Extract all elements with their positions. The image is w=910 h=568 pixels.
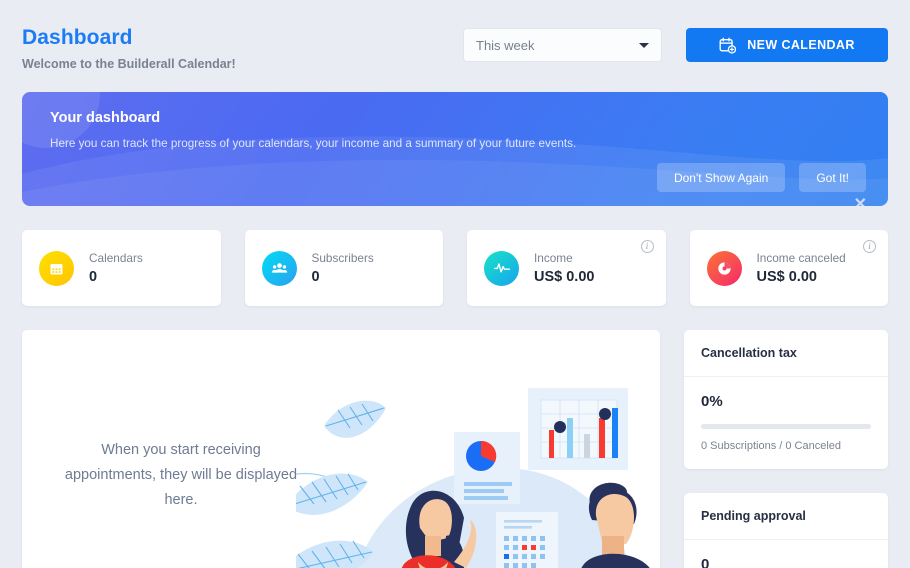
empty-state-message: When you start receiving appointments, t… bbox=[64, 442, 298, 508]
stat-label: Income canceled bbox=[756, 251, 846, 265]
lower-section: When you start receiving appointments, t… bbox=[22, 330, 888, 568]
users-icon bbox=[261, 250, 297, 286]
appointments-panel: When you start receiving appointments, t… bbox=[22, 330, 660, 568]
pending-approval-card: Pending approval 0 bbox=[684, 493, 888, 568]
banner-title: Your dashboard bbox=[50, 110, 161, 126]
banner-content: Your dashboard Here you can track the pr… bbox=[22, 92, 888, 150]
business-analytics-illustration bbox=[296, 388, 650, 568]
banner-description: Here you can track the progress of your … bbox=[50, 137, 577, 150]
page-subtitle: Welcome to the Builderall Calendar! bbox=[22, 57, 236, 71]
close-icon[interactable]: ✕ bbox=[854, 197, 867, 207]
info-icon[interactable]: i bbox=[640, 240, 654, 253]
cancellation-progress-bar bbox=[701, 424, 871, 429]
stat-label: Calendars bbox=[89, 251, 143, 265]
stat-value: 0 bbox=[89, 269, 98, 285]
card-title: Cancellation tax bbox=[684, 330, 888, 377]
stat-value: 0 bbox=[311, 269, 320, 285]
stat-card-income-canceled: Income canceled US$ 0.00 i bbox=[689, 230, 888, 306]
dashboard-info-banner: Your dashboard Here you can track the pr… bbox=[22, 92, 888, 206]
stat-value: US$ 0.00 bbox=[534, 269, 595, 285]
calendar-icon bbox=[39, 250, 74, 286]
page-header: Dashboard Welcome to the Builderall Cale… bbox=[22, 0, 888, 71]
stat-label: Subscribers bbox=[311, 251, 374, 265]
stat-card-calendars: Calendars 0 bbox=[22, 230, 221, 306]
side-column: Cancellation tax 0% 0 Subscriptions / 0 … bbox=[684, 330, 888, 568]
cancellation-tax-card: Cancellation tax 0% 0 Subscriptions / 0 … bbox=[684, 330, 888, 469]
new-calendar-button[interactable]: NEW CALENDAR bbox=[686, 28, 888, 62]
stat-label: Income bbox=[534, 251, 573, 265]
period-select-value: This week bbox=[476, 37, 535, 53]
got-it-button[interactable]: Got It! bbox=[799, 163, 866, 192]
info-icon[interactable]: i bbox=[863, 240, 876, 253]
page-title: Dashboard bbox=[22, 26, 133, 49]
card-title: Pending approval bbox=[684, 493, 888, 540]
period-select[interactable]: This week bbox=[463, 28, 662, 62]
title-block: Dashboard Welcome to the Builderall Cale… bbox=[22, 24, 236, 71]
pie-chart-icon bbox=[706, 250, 742, 286]
cancellation-tax-value: 0% bbox=[701, 393, 723, 410]
card-body: 0% 0 Subscriptions / 0 Canceled bbox=[684, 377, 888, 469]
new-calendar-label: NEW CALENDAR bbox=[747, 38, 855, 52]
chevron-down-icon bbox=[639, 43, 649, 48]
stat-card-income: Income US$ 0.00 i bbox=[467, 230, 666, 306]
dashboard-page: Dashboard Welcome to the Builderall Cale… bbox=[0, 0, 910, 568]
banner-actions: Don't Show Again Got It! bbox=[656, 163, 866, 192]
pending-approval-value: 0 bbox=[701, 556, 710, 568]
dont-show-again-button[interactable]: Don't Show Again bbox=[656, 163, 786, 192]
header-controls: This week NEW CALENDAR bbox=[463, 24, 888, 62]
activity-icon bbox=[484, 250, 519, 286]
stat-card-subscribers: Subscribers 0 bbox=[244, 230, 443, 306]
cancellation-note: 0 Subscriptions / 0 Canceled bbox=[701, 440, 842, 452]
stat-cards-row: Calendars 0 Subscribers 0 Income US$ 0.0… bbox=[22, 230, 888, 306]
calendar-plus-icon bbox=[719, 37, 737, 54]
card-body: 0 bbox=[684, 540, 888, 568]
stat-value: US$ 0.00 bbox=[756, 269, 817, 285]
